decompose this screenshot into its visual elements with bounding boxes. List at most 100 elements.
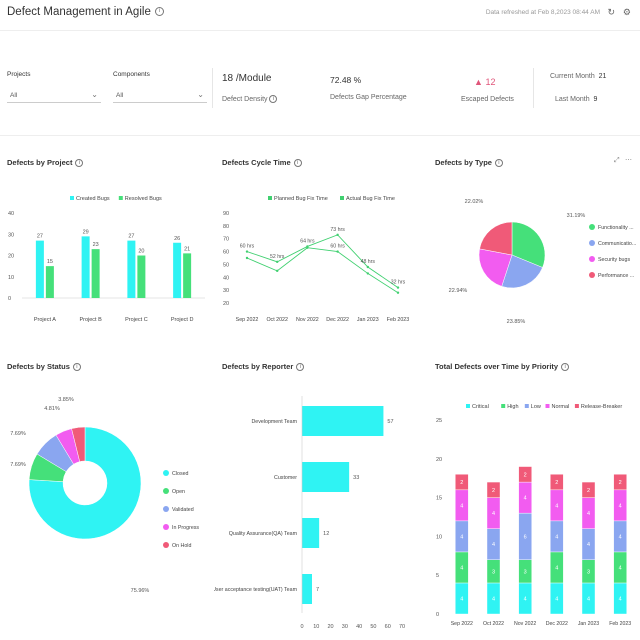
info-icon[interactable]: i bbox=[269, 95, 278, 103]
segment-label: 2 bbox=[492, 488, 495, 494]
segment-label: 4 bbox=[587, 596, 590, 602]
defects-by-project-chart: Created Bugs Resolved Bugs 0 10 20 30 40 27 15 Pr… bbox=[8, 196, 205, 323]
x-tick-label: 60 bbox=[385, 624, 391, 630]
legend-label: In Progress bbox=[172, 525, 199, 531]
defects-by-status-title-text: Defects by Status bbox=[7, 362, 70, 371]
segment-label: 4 bbox=[460, 503, 463, 509]
legend-swatch bbox=[118, 196, 123, 200]
page-title-text: Defect Management in Agile bbox=[7, 6, 151, 18]
legend-swatch bbox=[466, 404, 470, 408]
x-tick-label: 20 bbox=[328, 624, 334, 630]
legend-label: Open bbox=[172, 489, 185, 495]
resolved-bar bbox=[45, 266, 54, 298]
legend-label: Security bugs bbox=[598, 257, 630, 263]
refresh-icon[interactable]: ↻ bbox=[607, 7, 615, 18]
y-tick-label: User acceptance testing(UAT) Team bbox=[214, 587, 298, 593]
x-tick-label: Project A bbox=[34, 317, 56, 323]
y-tick-label: 20 bbox=[8, 254, 14, 260]
y-tick-label: Quality Assurance(QA) Team bbox=[229, 531, 298, 537]
x-tick-label: Nov 2022 bbox=[296, 317, 319, 323]
y-tick-label: 10 bbox=[436, 534, 442, 540]
legend-label: Created Bugs bbox=[76, 196, 110, 202]
data-point bbox=[396, 291, 400, 294]
defects-by-reporter-title: Defects by Reporter i bbox=[222, 362, 305, 372]
more-icon[interactable]: ⋯ bbox=[625, 156, 632, 164]
reporter-bar bbox=[302, 462, 350, 492]
legend-label: Communicatio... bbox=[598, 241, 636, 247]
info-icon[interactable]: i bbox=[494, 159, 503, 168]
data-point bbox=[245, 250, 249, 253]
kpi-divider bbox=[212, 68, 213, 108]
reporter-bar bbox=[302, 574, 312, 604]
legend-marker bbox=[589, 224, 595, 230]
legend-swatch bbox=[268, 196, 272, 200]
info-icon[interactable]: i bbox=[75, 159, 84, 168]
bar-value-label: 23 bbox=[93, 242, 99, 248]
defects-gap-value: 72.48 % bbox=[330, 75, 362, 85]
segment-label: 4 bbox=[587, 511, 590, 517]
last-month-value: 9 bbox=[593, 96, 598, 103]
y-tick-label: 20 bbox=[436, 457, 442, 463]
info-icon[interactable]: i bbox=[154, 7, 164, 17]
y-tick-label: 50 bbox=[223, 262, 229, 268]
segment-label: 2 bbox=[460, 480, 463, 486]
legend-label: High bbox=[507, 404, 518, 410]
x-tick-label: 0 bbox=[300, 624, 303, 630]
defects-gap-label: Defects Gap Percentage bbox=[330, 94, 407, 101]
x-tick-label: Nov 2022 bbox=[514, 621, 536, 627]
bar-value-label: 20 bbox=[138, 249, 144, 255]
expand-icon[interactable]: ⤢ bbox=[614, 157, 620, 165]
y-tick-label: 0 bbox=[8, 296, 11, 302]
legend-label: Actual Bug Fix Time bbox=[346, 196, 395, 202]
info-icon[interactable]: i bbox=[561, 363, 570, 372]
segment-label: 4 bbox=[555, 565, 558, 571]
bar-value-label: 21 bbox=[184, 246, 190, 252]
defects-over-time-title-text: Total Defects over Time by Priority bbox=[435, 362, 559, 371]
created-bar bbox=[173, 242, 182, 298]
data-point bbox=[336, 233, 339, 237]
bar-value-label: 57 bbox=[387, 419, 393, 425]
segment-label: 4 bbox=[587, 542, 590, 548]
data-point bbox=[366, 265, 369, 269]
data-point bbox=[366, 272, 369, 275]
bar-value-label: 26 bbox=[174, 236, 180, 242]
info-icon[interactable]: i bbox=[72, 363, 81, 372]
legend-label: On Hold bbox=[172, 543, 191, 549]
legend-label: Validated bbox=[172, 507, 194, 513]
data-label: 48 hrs bbox=[361, 259, 376, 265]
series-line bbox=[246, 234, 399, 288]
bar-value-label: 12 bbox=[323, 531, 329, 537]
defect-density-label-text: Defect Density bbox=[222, 95, 268, 103]
segment-label: 4 bbox=[524, 496, 527, 502]
segment-label: 4 bbox=[492, 596, 495, 602]
escaped-defects-value: ▲ 12 bbox=[474, 77, 495, 87]
legend-marker bbox=[163, 488, 169, 494]
defects-over-time-chart: Critical High Low Normal Release-Breaker 0 5 10… bbox=[436, 404, 631, 627]
x-tick-label: Jan 2023 bbox=[357, 317, 379, 323]
x-tick-label: Sep 2022 bbox=[451, 621, 473, 627]
segment-label: 4 bbox=[460, 596, 463, 602]
segment-label: 2 bbox=[619, 480, 622, 486]
y-tick-label: 30 bbox=[223, 288, 229, 294]
info-icon[interactable]: i bbox=[296, 363, 305, 372]
x-tick-label: Feb 2023 bbox=[609, 621, 631, 627]
x-tick-label: Project C bbox=[125, 317, 148, 323]
segment-label: 3 bbox=[524, 569, 527, 575]
legend-label: Low bbox=[531, 404, 541, 410]
legend-label: Functionality ... bbox=[598, 225, 634, 231]
segment-label: 4 bbox=[492, 542, 495, 548]
y-tick-label: 70 bbox=[223, 237, 229, 243]
gear-icon[interactable]: ⚙ bbox=[623, 7, 631, 18]
legend-label: Performance ... bbox=[598, 273, 634, 279]
data-point bbox=[276, 269, 279, 273]
legend-marker bbox=[589, 256, 595, 262]
info-icon[interactable]: i bbox=[293, 159, 302, 168]
projects-select[interactable]: All ⌄ bbox=[7, 89, 101, 103]
segment-label: 2 bbox=[587, 488, 590, 494]
defects-over-time-title: Total Defects over Time by Priority i bbox=[435, 362, 570, 372]
slice-label: 23.85% bbox=[507, 319, 526, 325]
slice-label: 75.96% bbox=[131, 588, 150, 594]
kpi-divider-line bbox=[0, 135, 640, 136]
components-select[interactable]: All ⌄ bbox=[113, 89, 207, 103]
x-tick-label: Dec 2022 bbox=[326, 317, 349, 323]
